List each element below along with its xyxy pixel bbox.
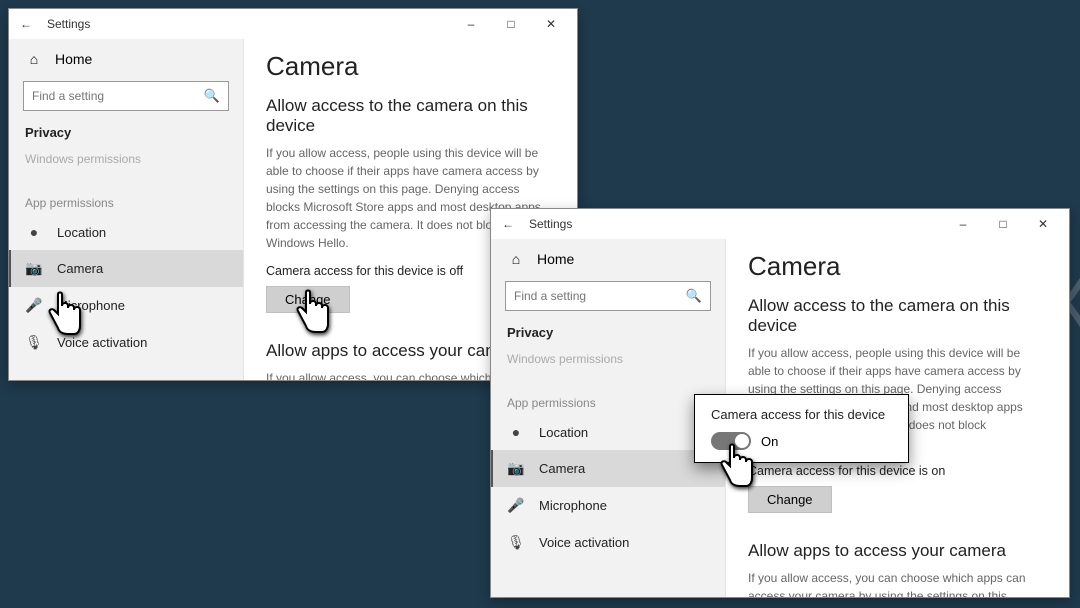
search-icon: 🔍 (204, 88, 220, 104)
home-icon: ⌂ (25, 51, 43, 67)
toggle-state-label: On (761, 434, 778, 449)
home-nav[interactable]: ⌂ Home (491, 243, 725, 275)
titlebar: ← Settings – □ ✕ (9, 9, 577, 39)
back-button[interactable]: ← (497, 217, 519, 231)
search-box[interactable]: 🔍 (505, 281, 711, 311)
sidebar-item-label: Voice activation (57, 335, 147, 350)
voice-icon: 🎙 (507, 534, 525, 551)
sidebar-item-label: Location (539, 425, 588, 440)
sidebar: ⌂ Home 🔍 Privacy Windows permissions App… (491, 239, 726, 597)
camera-access-popup: Camera access for this device On (694, 394, 909, 463)
minimize-button[interactable]: – (943, 217, 983, 231)
sidebar-item-label: Microphone (539, 498, 607, 513)
sidebar-item-microphone[interactable]: 🎤 Microphone (491, 487, 725, 524)
maximize-button[interactable]: □ (983, 217, 1023, 231)
change-button[interactable]: Change (748, 486, 832, 513)
close-button[interactable]: ✕ (531, 17, 571, 31)
search-input[interactable] (514, 289, 686, 303)
sidebar-item-voice[interactable]: 🎙 Voice activation (9, 324, 243, 361)
windows-permissions-label: Windows permissions (9, 144, 243, 170)
sidebar-item-microphone[interactable]: 🎤 Microphone (9, 287, 243, 324)
location-icon: ● (25, 224, 43, 240)
sidebar-item-camera[interactable]: 📷 Camera (9, 250, 243, 287)
camera-access-status: Camera access for this device is on (748, 464, 1047, 478)
home-icon: ⌂ (507, 251, 525, 267)
popup-label: Camera access for this device (711, 407, 892, 422)
window-title: Settings (529, 217, 572, 231)
page-title: Camera (266, 51, 555, 82)
voice-icon: 🎙 (25, 334, 43, 351)
search-box[interactable]: 🔍 (23, 81, 229, 111)
microphone-icon: 🎤 (25, 297, 43, 314)
change-button[interactable]: Change (266, 286, 350, 313)
section-heading-2: Allow apps to access your camera (748, 541, 1047, 561)
sidebar: ⌂ Home 🔍 Privacy Windows permissions App… (9, 39, 244, 380)
page-title: Camera (748, 251, 1047, 282)
toggle-row: On (711, 432, 892, 450)
home-label: Home (55, 51, 92, 67)
window-title: Settings (47, 17, 90, 31)
minimize-button[interactable]: – (451, 17, 491, 31)
sidebar-item-label: Camera (539, 461, 585, 476)
sidebar-item-camera[interactable]: 📷 Camera (491, 450, 725, 487)
home-label: Home (537, 251, 574, 267)
location-icon: ● (507, 424, 525, 440)
titlebar: ← Settings – □ ✕ (491, 209, 1069, 239)
sidebar-item-label: Location (57, 225, 106, 240)
privacy-label: Privacy (491, 321, 725, 344)
app-permissions-label: App permissions (9, 188, 243, 214)
home-nav[interactable]: ⌂ Home (9, 43, 243, 75)
privacy-label: Privacy (9, 121, 243, 144)
app-permissions-label: App permissions (491, 388, 725, 414)
toggle-knob (735, 434, 749, 448)
sidebar-item-voice[interactable]: 🎙 Voice activation (491, 524, 725, 561)
section-heading: Allow access to the camera on this devic… (748, 296, 1047, 336)
maximize-button[interactable]: □ (491, 17, 531, 31)
camera-icon: 📷 (507, 460, 525, 477)
search-icon: 🔍 (686, 288, 702, 304)
search-input[interactable] (32, 89, 204, 103)
sidebar-item-label: Camera (57, 261, 103, 276)
sidebar-item-location[interactable]: ● Location (9, 214, 243, 250)
sidebar-item-label: Voice activation (539, 535, 629, 550)
sidebar-item-label: Microphone (57, 298, 125, 313)
close-button[interactable]: ✕ (1023, 217, 1063, 231)
microphone-icon: 🎤 (507, 497, 525, 514)
back-button[interactable]: ← (15, 17, 37, 31)
camera-icon: 📷 (25, 260, 43, 277)
section-heading: Allow access to the camera on this devic… (266, 96, 555, 136)
sidebar-item-location[interactable]: ● Location (491, 414, 725, 450)
toggle-switch[interactable] (711, 432, 751, 450)
windows-permissions-label: Windows permissions (491, 344, 725, 370)
section-description-2: If you allow access, you can choose whic… (748, 569, 1028, 597)
